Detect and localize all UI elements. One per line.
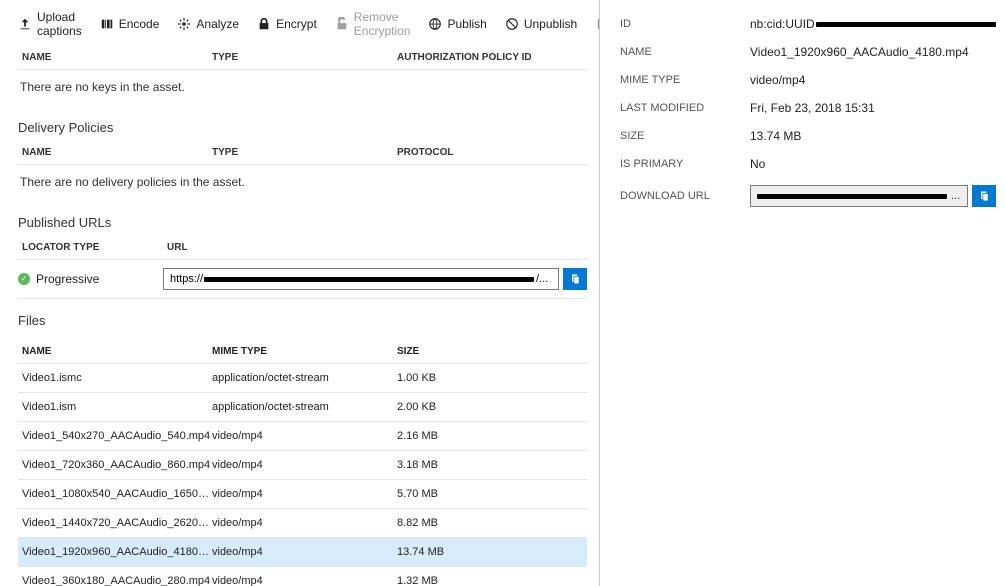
published-urls-title: Published URLs [18,201,587,236]
keys-table-header: NAME TYPE AUTHORIZATION POLICY ID [18,46,587,70]
published-url-input[interactable]: https:///... [163,268,559,290]
files-table-header: NAME MIME TYPE SIZE [18,340,587,364]
analyze-icon [177,17,191,31]
redacted-url [204,277,534,282]
file-name: Video1_360x180_AACAudio_280.mp4 [22,575,212,586]
copy-icon [569,273,581,285]
locator-type: Progressive [18,272,163,286]
prop-download-url: DOWNLOAD URL ... [620,178,996,214]
unpublish-icon [505,17,519,31]
file-name: Video1_1920x960_AACAudio_4180.mp4 [22,546,212,558]
file-mime: application/octet-stream [212,401,397,413]
prop-name: NAME Video1_1920x960_AACAudio_4180.mp4 [620,38,996,66]
delivery-empty-message: There are no delivery policies in the as… [18,165,587,201]
published-urls-header: LOCATOR TYPE URL [18,236,587,260]
file-mime: application/octet-stream [212,372,397,384]
file-name: Video1_540x270_AACAudio_540.mp4 [22,430,212,442]
copy-icon [978,190,990,202]
prop-size: SIZE 13.74 MB [620,122,996,150]
prop-is-primary: IS PRIMARY No [620,150,996,178]
file-mime: video/mp4 [212,546,397,558]
file-name: Video1_1080x540_AACAudio_1650.mp4 [22,488,212,500]
file-mime: video/mp4 [212,459,397,471]
delivery-table-header: NAME TYPE PROTOCOL [18,141,587,165]
keys-empty-message: There are no keys in the asset. [18,70,587,106]
table-row[interactable]: Video1_720x360_AACAudio_860.mp4video/mp4… [18,451,587,480]
encrypt-button[interactable]: Encrypt [257,17,317,31]
encode-button[interactable]: Encode [100,17,160,31]
encode-icon [100,17,114,31]
file-size: 2.00 KB [397,401,583,413]
file-name: Video1.ism [22,401,212,413]
table-row[interactable]: Video1.ismcapplication/octet-stream1.00 … [18,364,587,393]
prop-mime: MIME TYPE video/mp4 [620,66,996,94]
left-panel: Upload captions Encode Analyze Encrypt R… [0,0,600,586]
file-size: 1.00 KB [397,372,583,384]
table-row[interactable]: Video1_1080x540_AACAudio_1650.mp4video/m… [18,480,587,509]
remove-encryption-button: Remove Encryption [335,10,411,38]
copy-download-button[interactable] [972,185,996,207]
prop-last-modified: LAST MODIFIED Fri, Feb 23, 2018 15:31 [620,94,996,122]
copy-url-button[interactable] [563,268,587,290]
file-name: Video1.ismc [22,372,212,384]
file-size: 1.32 MB [397,575,583,586]
file-size: 2.16 MB [397,430,583,442]
published-url-row: Progressive https:///... [18,260,587,299]
file-mime: video/mp4 [212,430,397,442]
file-mime: video/mp4 [212,488,397,500]
file-size: 13.74 MB [397,546,583,558]
delivery-policies-title: Delivery Policies [18,106,587,141]
unlock-icon [335,17,349,31]
analyze-button[interactable]: Analyze [177,17,239,31]
table-row[interactable]: Video1_1440x720_AACAudio_2620.mp4video/m… [18,509,587,538]
file-mime: video/mp4 [212,517,397,529]
file-size: 8.82 MB [397,517,583,529]
table-row[interactable]: Video1_360x180_AACAudio_280.mp4video/mp4… [18,567,587,586]
file-name: Video1_1440x720_AACAudio_2620.mp4 [22,517,212,529]
publish-button[interactable]: Publish [428,17,486,31]
download-url-input[interactable]: ... [750,185,968,207]
right-panel: ID nb:cid:UUID NAME Video1_1920x960_AACA… [600,0,1006,586]
table-row[interactable]: Video1.ismapplication/octet-stream2.00 K… [18,393,587,422]
upload-icon [18,17,32,31]
files-title: Files [18,299,587,334]
files-table: NAME MIME TYPE SIZE Video1.ismcapplicati… [18,340,587,586]
redacted-id [816,22,996,27]
prop-id: ID nb:cid:UUID [620,10,996,38]
redacted-download-url [757,194,947,199]
lock-icon [257,17,271,31]
unpublish-button[interactable]: Unpublish [505,17,577,31]
file-size: 5.70 MB [397,488,583,500]
check-icon [18,273,30,285]
globe-icon [428,17,442,31]
file-mime: video/mp4 [212,575,397,586]
table-row[interactable]: Video1_1920x960_AACAudio_4180.mp4video/m… [18,538,587,567]
table-row[interactable]: Video1_540x270_AACAudio_540.mp4video/mp4… [18,422,587,451]
upload-captions-button[interactable]: Upload captions [18,10,82,38]
toolbar: Upload captions Encode Analyze Encrypt R… [18,8,587,46]
file-size: 3.18 MB [397,459,583,471]
file-name: Video1_720x360_AACAudio_860.mp4 [22,459,212,471]
